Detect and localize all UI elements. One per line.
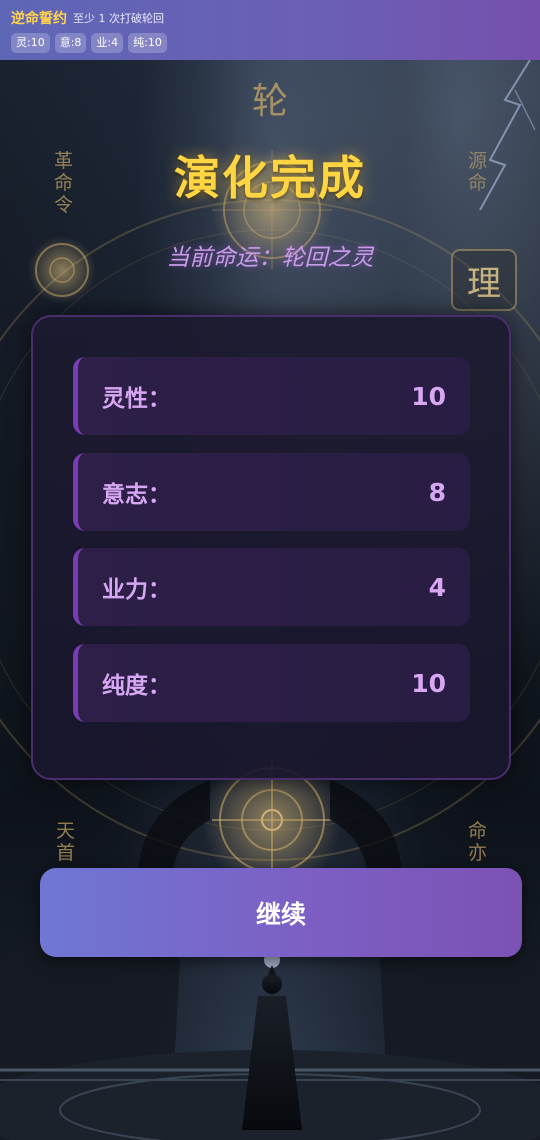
chip-spirit: 灵:10 xyxy=(11,33,50,53)
stat-row-spirit: 灵性： 10 xyxy=(73,357,470,435)
stat-row-karma: 业力： 4 xyxy=(73,548,470,626)
stat-row-will: 意志： 8 xyxy=(73,453,470,531)
pact-title: 逆命誓约 xyxy=(11,11,67,27)
glyph-top: 轮 xyxy=(251,81,288,122)
stat-label: 业力： xyxy=(102,577,171,603)
status-bar: 逆命誓约 至少 1 次打破轮回 灵:10 意:8 业:4 纯:10 xyxy=(0,0,540,60)
attribute-chips: 灵:10 意:8 业:4 纯:10 xyxy=(11,33,529,53)
pact-condition: 至少 1 次打破轮回 xyxy=(73,12,164,25)
page-title: 演化完成 xyxy=(174,151,366,205)
continue-button[interactable]: 继续 xyxy=(40,868,522,957)
current-fate: 当前命运：轮回之灵 xyxy=(166,245,374,271)
stat-label: 灵性： xyxy=(102,386,171,412)
chip-will: 意:8 xyxy=(54,33,87,53)
glyph-bottom-left: 天首 xyxy=(56,820,76,864)
stat-label: 意志： xyxy=(102,482,171,508)
stat-row-purity: 纯度： 10 xyxy=(73,644,470,722)
chip-karma: 业:4 xyxy=(91,33,124,53)
stat-label: 纯度： xyxy=(102,673,171,699)
stat-value: 10 xyxy=(411,381,446,411)
chip-purity: 纯:10 xyxy=(128,33,167,53)
glyph-bottom-right: 命亦 xyxy=(468,820,488,864)
stats-card: 灵性： 10 意志： 8 业力： 4 纯度： 10 xyxy=(31,315,511,780)
stat-value: 4 xyxy=(428,572,446,602)
stat-value: 10 xyxy=(411,668,446,698)
stat-value: 8 xyxy=(428,477,446,507)
